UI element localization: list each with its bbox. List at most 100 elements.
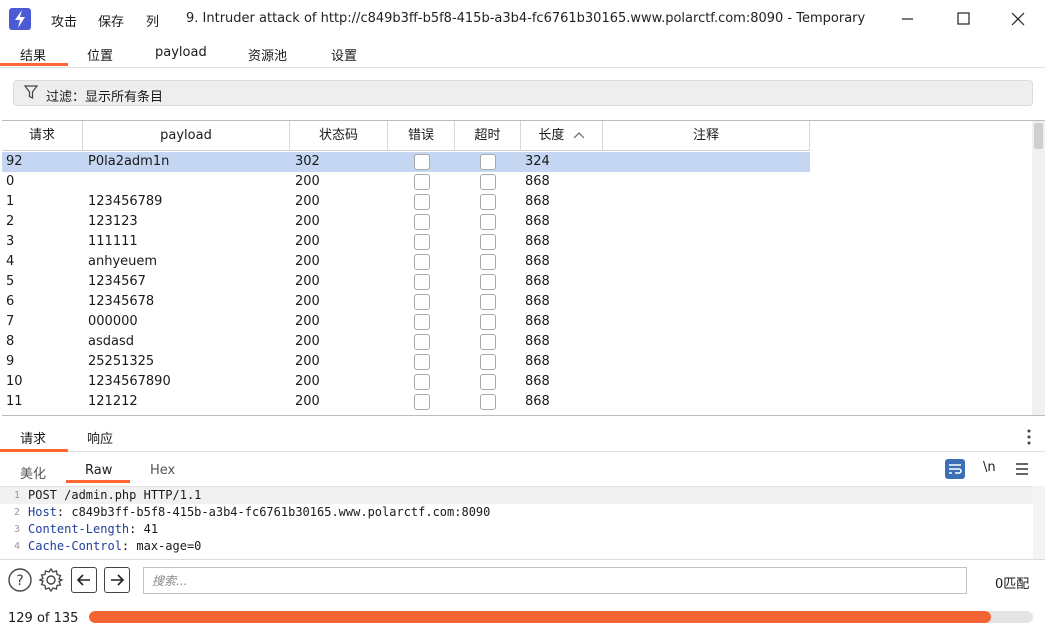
timeout-checkbox[interactable] xyxy=(480,314,496,330)
col-length[interactable]: 长度 xyxy=(521,121,603,151)
minimize-icon xyxy=(902,18,913,20)
timeout-checkbox[interactable] xyxy=(480,354,496,370)
match-count: 0匹配 xyxy=(995,577,1030,592)
col-payload[interactable]: payload xyxy=(83,121,290,151)
col-status-label: 状态码 xyxy=(318,128,358,143)
line-text: Cache-Control: max-age=0 xyxy=(28,538,201,555)
table-row[interactable]: 6 12345678 200 868 xyxy=(2,292,810,312)
table-row[interactable]: 9 25251325 200 868 xyxy=(2,352,810,372)
wrap-lines-button[interactable] xyxy=(944,458,966,480)
tab-settings[interactable]: 设置 xyxy=(331,45,357,64)
timeout-checkbox[interactable] xyxy=(480,194,496,210)
table-row[interactable]: 0 200 868 xyxy=(2,172,810,192)
search-input[interactable] xyxy=(143,567,967,594)
col-timeout[interactable]: 超时 xyxy=(455,121,521,151)
cell-length: 868 xyxy=(525,254,550,269)
close-button[interactable] xyxy=(1003,7,1033,31)
timeout-checkbox[interactable] xyxy=(480,234,496,250)
cell-status: 302 xyxy=(295,154,320,169)
tab-response[interactable]: 响应 xyxy=(87,428,113,447)
col-error[interactable]: 错误 xyxy=(388,121,455,151)
settings-button[interactable] xyxy=(38,567,64,593)
tab-positions[interactable]: 位置 xyxy=(87,45,113,64)
cell-request: 10 xyxy=(6,374,23,389)
table-row[interactable]: 92 P0la2adm1n 302 324 xyxy=(2,152,810,172)
tab-hex[interactable]: Hex xyxy=(150,463,175,478)
editor-line: 3 Content-Length: 41 xyxy=(0,521,1033,538)
active-tab-indicator xyxy=(0,63,68,66)
error-checkbox[interactable] xyxy=(414,314,430,330)
previous-match-button[interactable] xyxy=(71,567,97,593)
tab-resource-pool[interactable]: 资源池 xyxy=(248,45,287,64)
cell-request: 6 xyxy=(6,294,15,309)
cell-payload: anhyeuem xyxy=(88,254,158,269)
timeout-checkbox[interactable] xyxy=(480,274,496,290)
cell-request: 3 xyxy=(6,234,15,249)
filter-bar[interactable]: 过滤：显示所有条目 xyxy=(13,80,1033,106)
table-row[interactable]: 4 anhyeuem 200 868 xyxy=(2,252,810,272)
error-checkbox[interactable] xyxy=(414,174,430,190)
error-checkbox[interactable] xyxy=(414,274,430,290)
menu-columns[interactable]: 列 xyxy=(146,11,159,30)
burp-logo-icon xyxy=(9,8,31,30)
error-checkbox[interactable] xyxy=(414,194,430,210)
table-row[interactable]: 2 123123 200 868 xyxy=(2,212,810,232)
minimize-button[interactable] xyxy=(892,7,922,31)
cell-payload: 123123 xyxy=(88,214,138,229)
table-header: 请求 payload 状态码 错误 超时 长度 注释 xyxy=(2,121,810,151)
timeout-checkbox[interactable] xyxy=(480,154,496,170)
error-checkbox[interactable] xyxy=(414,154,430,170)
table-row[interactable]: 10 1234567890 200 868 xyxy=(2,372,810,392)
menu-attack[interactable]: 攻击 xyxy=(51,11,77,30)
table-row[interactable]: 7 000000 200 868 xyxy=(2,312,810,332)
scrollbar-thumb[interactable] xyxy=(1034,123,1043,149)
error-checkbox[interactable] xyxy=(414,214,430,230)
cell-payload: 000000 xyxy=(88,314,138,329)
error-checkbox[interactable] xyxy=(414,354,430,370)
cell-length: 868 xyxy=(525,374,550,389)
timeout-checkbox[interactable] xyxy=(480,334,496,350)
editor-line: 1 POST /admin.php HTTP/1.1 xyxy=(0,487,1033,504)
error-checkbox[interactable] xyxy=(414,294,430,310)
menu-save[interactable]: 保存 xyxy=(98,11,124,30)
maximize-button[interactable] xyxy=(948,7,978,31)
error-checkbox[interactable] xyxy=(414,394,430,410)
col-comment[interactable]: 注释 xyxy=(603,121,810,151)
header-key: Content-Length xyxy=(28,522,130,536)
col-status[interactable]: 状态码 xyxy=(290,121,388,151)
error-checkbox[interactable] xyxy=(414,234,430,250)
timeout-checkbox[interactable] xyxy=(480,294,496,310)
col-request[interactable]: 请求 xyxy=(2,121,83,151)
table-row[interactable]: 5 1234567 200 868 xyxy=(2,272,810,292)
editor-menu-button[interactable] xyxy=(1015,458,1029,480)
more-options-icon[interactable] xyxy=(1022,428,1036,446)
timeout-checkbox[interactable] xyxy=(480,214,496,230)
table-row[interactable]: 8 asdasd 200 868 xyxy=(2,332,810,352)
table-row[interactable]: 11 121212 200 868 xyxy=(2,392,810,412)
next-match-button[interactable] xyxy=(104,567,130,593)
table-row[interactable]: 1 123456789 200 868 xyxy=(2,192,810,212)
tab-pretty[interactable]: 美化 xyxy=(20,463,46,482)
error-checkbox[interactable] xyxy=(414,254,430,270)
tab-raw[interactable]: Raw xyxy=(85,463,112,478)
error-checkbox[interactable] xyxy=(414,334,430,350)
wrap-lines-icon xyxy=(945,459,965,479)
line-number: 3 xyxy=(13,524,20,535)
table-row[interactable]: 3 111111 200 868 xyxy=(2,232,810,252)
timeout-checkbox[interactable] xyxy=(480,394,496,410)
col-payload-label: payload xyxy=(160,128,212,143)
timeout-checkbox[interactable] xyxy=(480,174,496,190)
table-scrollbar[interactable] xyxy=(1032,121,1045,415)
error-checkbox[interactable] xyxy=(414,374,430,390)
raw-request-editor[interactable]: 1 POST /admin.php HTTP/1.1 2 Host: c849b… xyxy=(0,486,1045,559)
svg-text:?: ? xyxy=(16,573,23,589)
help-button[interactable]: ? xyxy=(7,567,33,593)
editor-scrollbar[interactable] xyxy=(1033,486,1045,559)
tab-request[interactable]: 请求 xyxy=(20,428,46,447)
tab-payloads[interactable]: payload xyxy=(155,45,207,60)
timeout-checkbox[interactable] xyxy=(480,374,496,390)
cell-request: 2 xyxy=(6,214,15,229)
show-newlines-button[interactable]: \n xyxy=(983,460,996,482)
tab-results[interactable]: 结果 xyxy=(20,45,46,64)
timeout-checkbox[interactable] xyxy=(480,254,496,270)
